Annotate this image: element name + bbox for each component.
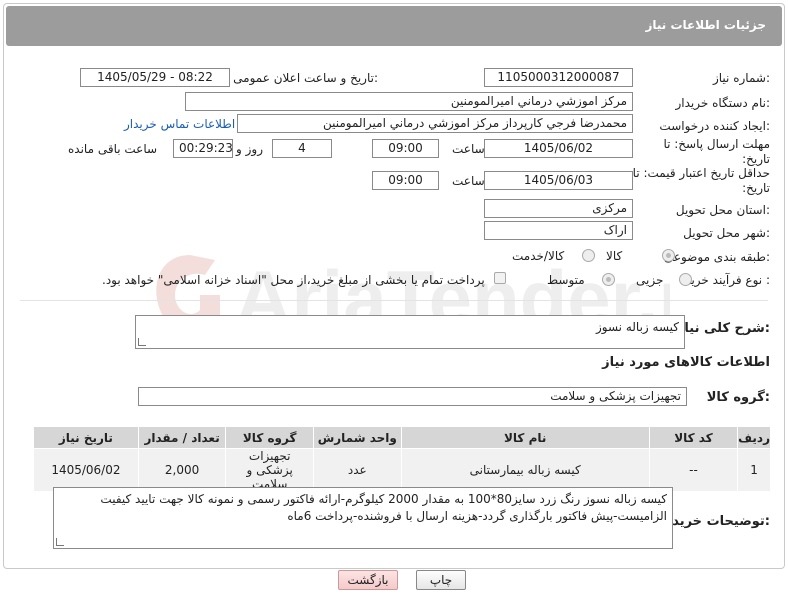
buyer-notes-label: توضیحات خریدار: — [660, 514, 770, 529]
process-label: نوع فرآیند خرید : — [685, 273, 770, 287]
category-goods-radio[interactable] — [662, 249, 675, 262]
days-label: روز و — [236, 142, 263, 156]
buyer-notes-text: کیسه زباله نسوز رنگ زرد سایز80*100 به مق… — [100, 492, 667, 523]
col-unit-header: واحد شمارش — [312, 426, 402, 449]
category-label: طبقه بندی موضوعی: — [663, 250, 770, 264]
remaining-time-label: ساعت باقی مانده — [68, 142, 158, 156]
process-medium-radio[interactable] — [602, 273, 615, 286]
treasury-payment-checkbox[interactable] — [494, 272, 506, 284]
col-qty-header: تعداد / مقدار — [137, 426, 227, 449]
price-validity-label: حداقل تاریخ اعتبار قیمت: تا تاریخ: — [632, 166, 770, 195]
print-button[interactable]: چاپ — [416, 570, 466, 590]
resize-handle-icon[interactable] — [56, 538, 64, 546]
buyer-org-label: نام دستگاه خریدار: — [675, 96, 771, 110]
announce-field: 1405/05/29 - 08:22 — [80, 68, 230, 87]
back-button[interactable]: بازگشت — [338, 570, 398, 590]
creator-label: ایجاد کننده درخواست: — [659, 119, 770, 133]
goods-table: ردیف کد کالا نام کالا واحد شمارش گروه کا… — [33, 426, 771, 492]
need-number-label: شماره نیاز: — [712, 71, 770, 85]
days-field: 4 — [272, 139, 332, 158]
deadline-date-field: 1405/06/02 — [484, 139, 633, 158]
buyer-contact-link[interactable]: اطلاعات تماس خریدار — [124, 117, 235, 131]
buyer-org-field: مرکز اموزشي درماني اميرالمومنين — [185, 92, 633, 111]
col-group-header: گروه کالا — [225, 426, 314, 449]
category-goods-label: کالا — [606, 249, 623, 263]
goods-section-title: اطلاعات کالاهای مورد نیاز — [602, 355, 770, 370]
resize-handle-icon[interactable] — [138, 338, 146, 346]
page-title: جزئیات اطلاعات نیاز — [645, 18, 766, 32]
buyer-notes-field[interactable]: کیسه زباله نسوز رنگ زرد سایز80*100 به مق… — [53, 487, 673, 549]
divider — [20, 300, 768, 301]
process-minor-label: جزیی — [636, 273, 664, 287]
price-validity-time-field: 09:00 — [372, 171, 439, 190]
need-number-field: 1105000312000087 — [484, 68, 633, 87]
province-label: استان محل تحویل: — [675, 203, 770, 217]
process-medium-label: متوسط — [547, 273, 585, 287]
city-label: شهر محل تحویل: — [683, 226, 770, 240]
cell-name: کیسه زباله بیمارستانی — [400, 448, 650, 492]
col-date-header: تاریخ نیاز — [33, 426, 139, 449]
goods-group-field: تجهیزات پزشکی و سلامت — [138, 387, 687, 406]
table-header-row: ردیف کد کالا نام کالا واحد شمارش گروه کا… — [33, 426, 771, 449]
col-name-header: نام کالا — [400, 426, 650, 449]
cell-unit: عدد — [312, 448, 402, 492]
description-field[interactable]: کیسه زباله نسوز — [135, 315, 685, 349]
treasury-payment-note: پرداخت تمام یا بخشی از مبلغ خرید،از محل … — [102, 273, 485, 287]
cell-row: 1 — [737, 448, 771, 492]
category-goods-service-radio[interactable] — [582, 249, 595, 262]
announce-label: تاریخ و ساعت اعلان عمومی: — [233, 71, 378, 85]
category-goods-service-label: کالا/خدمت — [512, 249, 565, 263]
cell-date: 1405/06/02 — [33, 448, 139, 492]
description-text: کیسه زباله نسوز — [595, 320, 679, 334]
cell-code: -- — [648, 448, 739, 492]
deadline-label: مهلت ارسال پاسخ: تا تاریخ: — [663, 137, 770, 166]
table-row: 1 -- کیسه زباله بیمارستانی عدد تجهیزات پ… — [33, 448, 771, 492]
col-code-header: کد کالا — [648, 426, 739, 449]
cell-group: تجهیزات پزشکی و سلامت — [225, 448, 314, 492]
col-row-header: ردیف — [737, 426, 771, 449]
cell-qty: 2,000 — [137, 448, 227, 492]
remaining-time-field: 00:29:23 — [173, 139, 233, 158]
deadline-time-label: ساعت — [452, 142, 485, 156]
province-field: مرکزی — [484, 199, 633, 218]
price-validity-time-label: ساعت — [452, 174, 485, 188]
page-header: جزئیات اطلاعات نیاز — [6, 6, 782, 46]
process-minor-radio[interactable] — [679, 273, 692, 286]
goods-group-label: گروه کالا: — [706, 390, 770, 405]
price-validity-date-field: 1405/06/03 — [484, 171, 633, 190]
city-field: اراک — [484, 221, 633, 240]
description-label: شرح کلی نیاز: — [676, 321, 770, 336]
creator-field: محمدرضا فرجي کارپرداز مرکز اموزشي درماني… — [237, 114, 633, 133]
deadline-time-field: 09:00 — [372, 139, 439, 158]
